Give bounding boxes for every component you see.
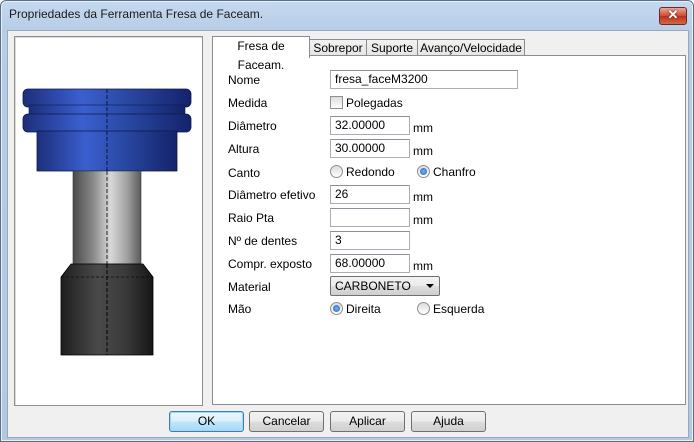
nome-field[interactable]: fresa_faceM3200 [330,70,518,89]
title-bar[interactable]: Propriedades da Ferramenta Fresa de Face… [1,1,693,29]
medida-label: Medida [228,96,268,110]
dialog-client: Fresa de Faceam. Sobrepor Suporte Avanço… [7,30,689,438]
altura-field[interactable]: 30.00000 [330,139,410,158]
diametro-efetivo-field[interactable]: 26 [330,185,410,204]
canto-label: Canto [228,166,261,180]
tool-head [22,88,192,172]
compr-exposto-label: Compr. exposto [228,257,313,271]
direita-radio[interactable] [330,302,343,315]
direita-label[interactable]: Direita [346,302,381,316]
esquerda-radio[interactable] [417,302,430,315]
material-select-value: CARBONETO [335,279,411,293]
tool-shank [72,170,142,265]
apply-button[interactable]: Aplicar [330,411,405,432]
chanfro-label[interactable]: Chanfro [433,165,476,179]
redondo-radio[interactable] [330,165,343,178]
diametro-field[interactable]: 32.00000 [330,116,410,135]
polegadas-label[interactable]: Polegadas [346,96,403,110]
tool-preview-drawing [22,88,192,356]
diametro-efetivo-unit: mm [413,190,433,204]
cancel-button[interactable]: Cancelar [249,411,324,432]
tool-preview [14,36,203,406]
raio-pta-label: Raio Pta [228,211,275,225]
tab-panel: Nome fresa_faceM3200 Medida Polegadas Di… [212,55,686,405]
compr-exposto-field[interactable]: 68.00000 [330,254,410,273]
polegadas-checkbox[interactable] [330,96,343,109]
tab-fresa-de-faceam[interactable]: Fresa de Faceam. [212,36,310,72]
diametro-label: Diâmetro [228,119,277,133]
close-button[interactable]: ✕ [659,7,687,25]
dialog-window: Propriedades da Ferramenta Fresa de Face… [0,0,694,442]
n-dentes-label: Nº de dentes [228,234,298,248]
chanfro-radio[interactable] [417,165,430,178]
esquerda-label[interactable]: Esquerda [433,302,484,316]
altura-unit: mm [413,144,433,158]
altura-label: Altura [228,142,260,156]
nome-label: Nome [228,73,261,87]
compr-exposto-unit: mm [413,259,433,273]
close-icon: ✕ [667,7,679,22]
redondo-label[interactable]: Redondo [346,165,395,179]
chevron-down-icon [426,284,434,288]
diametro-efetivo-label: Diâmetro efetivo [228,188,316,202]
mao-label: Mão [228,302,252,316]
n-dentes-field[interactable]: 3 [330,231,410,250]
tool-holder [60,263,154,356]
ok-button[interactable]: OK [169,411,244,432]
help-button[interactable]: Ajuda [411,411,486,432]
window-title: Propriedades da Ferramenta Fresa de Face… [9,7,264,21]
material-select[interactable]: CARBONETO [330,276,440,296]
raio-pta-field[interactable] [330,208,410,227]
raio-pta-unit: mm [413,213,433,227]
material-label: Material [228,280,271,294]
diametro-unit: mm [413,121,433,135]
